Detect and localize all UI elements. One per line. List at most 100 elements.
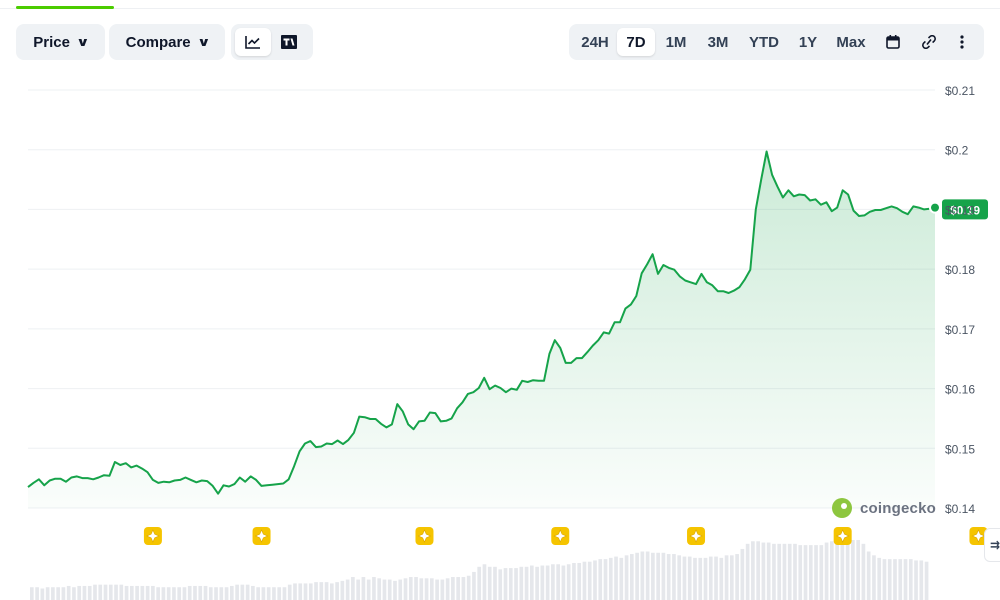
range-1m[interactable]: 1M	[655, 28, 697, 56]
volume-bar	[614, 556, 618, 600]
volume-bar	[566, 564, 571, 600]
volume-bar	[577, 562, 582, 600]
range-1y[interactable]: 1Y	[789, 28, 827, 56]
y-axis-labels: $0.14 $0.15 $0.16 $0.17 $0.18 $0.19 $0.2 $0.21	[945, 84, 975, 516]
calendar-button[interactable]	[875, 28, 911, 56]
volume-bar	[908, 559, 913, 600]
volume-bar	[593, 560, 597, 600]
range-selector: 24H 7D 1M 3M YTD 1Y Max	[569, 24, 984, 60]
y-tick-label: $0.17	[945, 323, 975, 337]
volume-bar	[782, 543, 787, 600]
coingecko-logo-icon	[832, 498, 852, 518]
volume-bar	[656, 552, 660, 600]
side-panel-toggle[interactable]: ⇉	[984, 528, 1000, 562]
volume-bar	[56, 587, 60, 600]
volume-bar	[135, 585, 139, 600]
top-divider	[0, 8, 1000, 9]
volume-bar	[35, 587, 39, 600]
volume-bar	[493, 566, 497, 600]
volume-bar	[851, 540, 855, 600]
volume-bar	[82, 585, 87, 600]
volume-bar	[540, 565, 545, 600]
volume-bar	[308, 583, 313, 600]
volume-bar	[556, 564, 560, 600]
volume-bar	[419, 578, 424, 600]
volume-bar	[619, 557, 624, 600]
event-marker[interactable]	[833, 527, 852, 545]
volume-bar	[245, 584, 250, 600]
current-price-dot	[929, 201, 941, 214]
volume-bar	[924, 561, 929, 600]
range-ytd[interactable]: YTD	[739, 28, 789, 56]
volume-bar	[335, 582, 339, 600]
price-dropdown[interactable]: Price ∨	[16, 24, 105, 60]
volume-bar	[477, 566, 482, 600]
event-markers	[143, 527, 988, 545]
volume-bar	[603, 559, 608, 600]
link-icon	[922, 35, 936, 49]
volume-bar	[340, 580, 345, 600]
volume-bar	[408, 577, 413, 600]
volume-bar	[598, 559, 603, 600]
volume-bar	[256, 587, 260, 600]
volume-bar	[151, 585, 155, 600]
event-marker[interactable]	[551, 527, 570, 545]
volume-bar	[608, 557, 613, 600]
volume-bar	[719, 557, 724, 600]
y-tick-label: $0.18	[945, 263, 975, 277]
event-marker[interactable]	[415, 527, 434, 545]
compare-dropdown[interactable]: Compare ∨	[109, 24, 225, 60]
volume-bar	[698, 557, 703, 600]
range-24h[interactable]: 24H	[573, 28, 617, 56]
volume-bar	[424, 578, 429, 600]
volume-bar	[435, 579, 439, 600]
link-button[interactable]	[911, 28, 947, 56]
event-marker[interactable]	[687, 527, 706, 545]
price-dropdown-label: Price	[33, 33, 70, 51]
volume-bar	[382, 579, 387, 600]
volume-bar	[745, 543, 750, 600]
volume-bar	[887, 559, 892, 600]
volume-bar	[203, 585, 208, 600]
volume-bar	[287, 584, 292, 600]
volume-bar	[530, 565, 534, 600]
chevron-down-icon: ∨	[76, 35, 90, 49]
volume-bar	[161, 587, 166, 600]
y-tick-label: $0.14	[945, 502, 975, 516]
y-tick-label: $0.19	[945, 203, 975, 217]
volume-bar	[561, 565, 566, 600]
y-tick-label: $0.16	[945, 383, 975, 397]
volume-bars	[30, 540, 929, 600]
event-marker[interactable]	[143, 527, 162, 545]
y-tick-label: $0.15	[945, 442, 975, 456]
volume-bar	[219, 587, 224, 600]
volume-bar	[72, 587, 76, 600]
volume-bar	[193, 585, 197, 600]
volume-bar	[893, 559, 897, 600]
volume-bar	[345, 579, 350, 600]
tradingview-button[interactable]	[271, 28, 307, 56]
volume-bar	[166, 587, 171, 600]
line-chart-button[interactable]	[235, 28, 271, 56]
chart-type-toggle	[231, 24, 313, 60]
volume-bar	[303, 583, 308, 600]
volume-bar	[666, 554, 671, 600]
volume-bar	[251, 585, 255, 600]
volume-bar	[866, 551, 871, 600]
volume-bar	[740, 548, 745, 600]
volume-bar	[261, 587, 266, 600]
range-3m[interactable]: 3M	[697, 28, 739, 56]
event-marker[interactable]	[252, 527, 271, 545]
volume-bar	[677, 555, 682, 600]
range-7d[interactable]: 7D	[617, 28, 655, 56]
range-max[interactable]: Max	[827, 28, 875, 56]
volume-bar	[324, 582, 329, 600]
active-tab-indicator	[16, 6, 114, 9]
volume-bar	[393, 580, 397, 600]
volume-bar	[835, 540, 839, 600]
more-vertical-button[interactable]	[947, 28, 977, 56]
chevron-down-icon: ∨	[196, 35, 211, 49]
volume-bar	[182, 587, 187, 600]
volume-bar	[872, 555, 876, 600]
volume-bar	[187, 585, 192, 600]
